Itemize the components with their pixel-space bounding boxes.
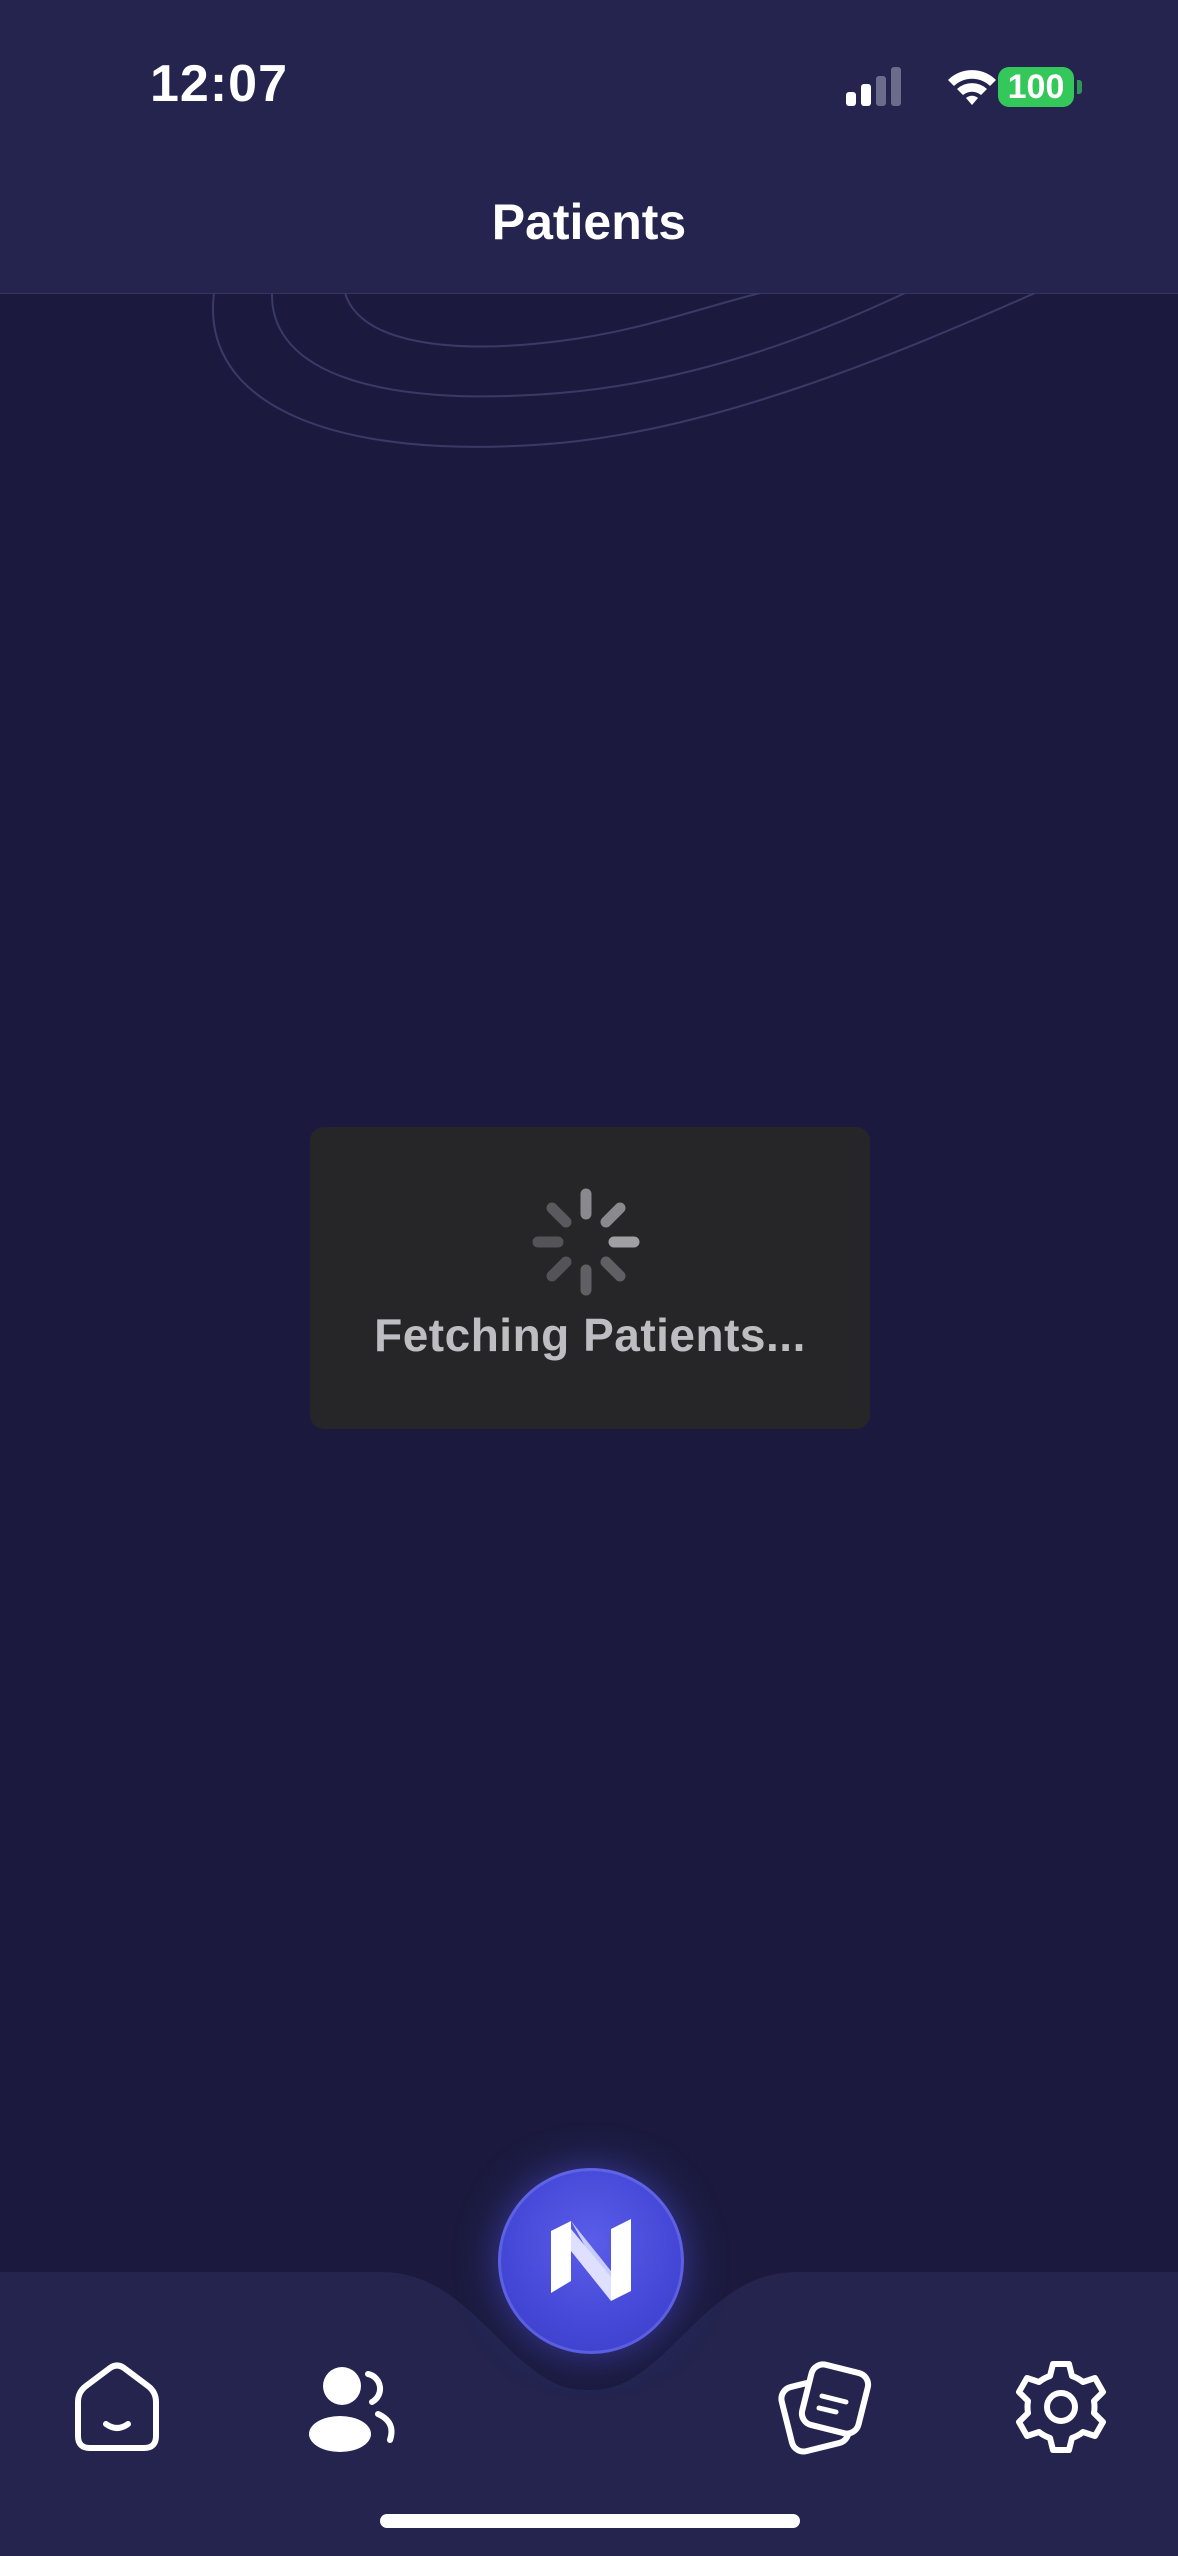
page-title: Patients	[491, 194, 687, 250]
home-indicator[interactable]	[380, 2514, 800, 2528]
tab-notes[interactable]	[772, 2352, 882, 2462]
tab-home[interactable]	[62, 2352, 172, 2462]
gear-icon	[1016, 2361, 1106, 2453]
signal-icon	[846, 67, 901, 106]
spinner-icon	[532, 1188, 640, 1296]
battery-icon: 100	[998, 67, 1074, 107]
wifi-icon	[948, 70, 996, 105]
notes-icon	[778, 2361, 872, 2455]
battery-cap	[1077, 80, 1082, 94]
background-contours	[211, 293, 1036, 448]
status-time: 12:07	[150, 55, 288, 113]
loading-message: Fetching Patients...	[374, 1309, 806, 1361]
users-icon	[309, 2367, 395, 2452]
assistant-button[interactable]	[498, 2168, 684, 2354]
tab-patients[interactable]	[298, 2352, 408, 2462]
n-logo-icon	[551, 2219, 631, 2301]
home-smile-icon	[75, 2362, 159, 2451]
tab-settings[interactable]	[1006, 2352, 1116, 2462]
